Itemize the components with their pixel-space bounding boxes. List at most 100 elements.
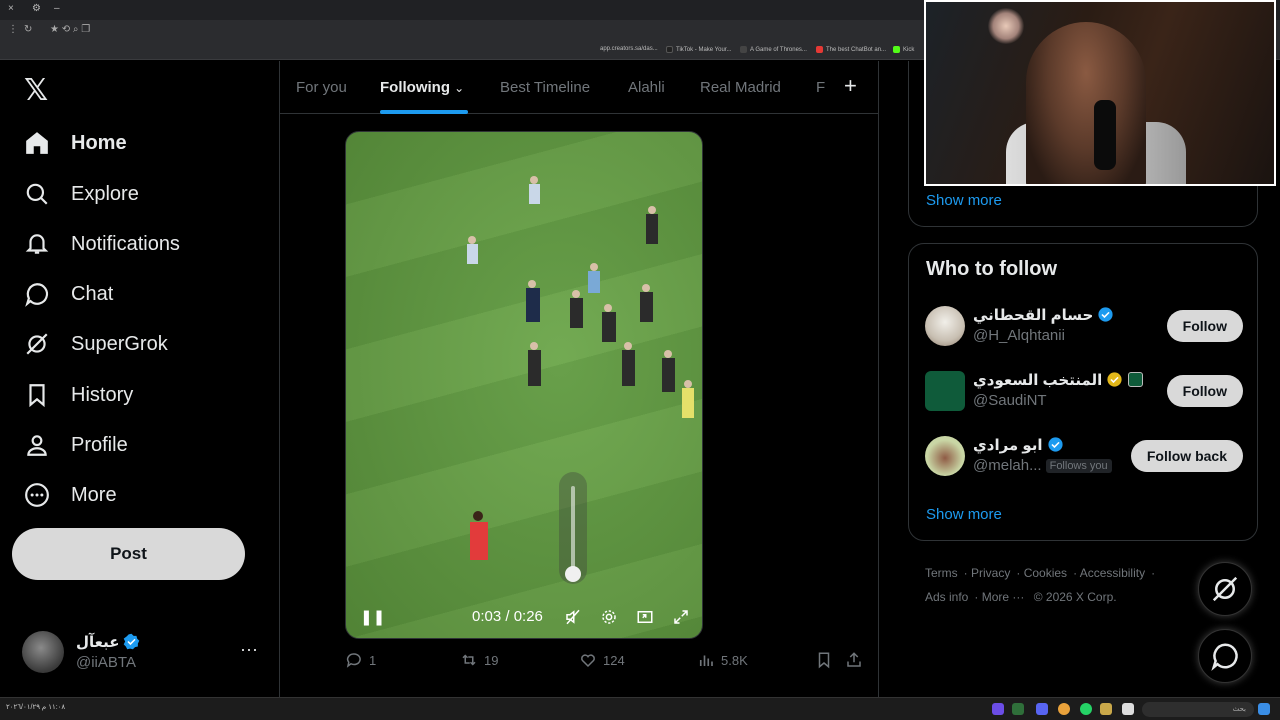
suggestion-name: المنتخب السعودي	[973, 371, 1144, 389]
follow-suggestion[interactable]: المنتخب السعودي @SaudiNT Follow	[925, 367, 1243, 415]
tab-truncated[interactable]: F	[816, 79, 825, 96]
heart-icon	[581, 654, 595, 668]
footer-link-accessibility[interactable]: Accessibility	[1080, 566, 1145, 580]
account-handle: @iiABTA	[76, 654, 136, 671]
sidebar-item-label: Explore	[71, 182, 139, 205]
analytics-icon	[699, 655, 713, 666]
tab-alahli[interactable]: Alahli	[628, 79, 665, 96]
verified-gold-badge-icon	[1107, 372, 1122, 387]
start-icon[interactable]	[1258, 703, 1270, 715]
bookmark-button[interactable]	[815, 651, 839, 669]
settings-gear-icon[interactable]	[600, 608, 618, 626]
bookmark-item[interactable]: Kick	[893, 46, 914, 53]
footer-link-more[interactable]: More ···	[982, 590, 1025, 604]
more-options-icon[interactable]: ···	[240, 639, 258, 660]
add-tab-icon[interactable]: +	[844, 73, 857, 99]
tab-following[interactable]: Following ⌄	[380, 79, 464, 96]
sidebar-item-profile[interactable]: Profile	[24, 425, 128, 465]
views-button[interactable]: 5.8K	[697, 651, 748, 669]
view-count: 5.8K	[721, 652, 748, 668]
follow-button[interactable]: Follow	[1166, 310, 1243, 342]
show-more-link[interactable]: Show more	[926, 192, 1002, 209]
footer-links: Terms · Privacy · Cookies · Accessibility · …	[925, 566, 1156, 604]
bookmark-item[interactable]: app.creators.sa/das...	[600, 46, 658, 52]
browser-nav-icons[interactable]: ⋮↻	[8, 24, 38, 35]
whatsapp-icon[interactable]	[1080, 703, 1092, 715]
sidebar-item-home[interactable]: Home	[24, 123, 127, 163]
sidebar-item-history[interactable]: History	[24, 375, 133, 415]
bookmark-item[interactable]: The best ChatBot an...	[816, 46, 886, 53]
picture-in-picture-icon[interactable]	[636, 608, 654, 626]
footer-link-terms[interactable]: Terms	[925, 566, 958, 580]
follows-you-badge: Follows you	[1045, 459, 1112, 473]
grok-icon	[1212, 576, 1238, 602]
share-button[interactable]	[845, 651, 869, 669]
close-window-icon[interactable]: ×	[8, 3, 14, 14]
tab-best-timeline[interactable]: Best Timeline	[500, 79, 590, 96]
reply-count: 1	[369, 652, 377, 668]
settings-icon[interactable]: ⚙	[32, 3, 41, 14]
sidebar-item-label: History	[71, 383, 134, 406]
repost-count: 19	[484, 652, 499, 668]
chat-icon	[1211, 643, 1238, 671]
chrome-icon[interactable]	[1058, 703, 1070, 715]
reply-button[interactable]: 1	[345, 651, 376, 669]
home-icon	[26, 132, 48, 154]
fullscreen-icon[interactable]	[672, 608, 690, 626]
avatar	[925, 436, 965, 476]
sidebar-item-supergrok[interactable]: SuperGrok	[24, 324, 168, 364]
sidebar-item-label: Notifications	[71, 232, 180, 255]
affiliate-badge-icon	[1128, 372, 1144, 387]
show-more-link[interactable]: Show more	[926, 506, 1002, 523]
bookmark-item[interactable]: TikTok - Make Your...	[666, 46, 731, 53]
like-button[interactable]: 124	[579, 651, 625, 669]
repost-icon	[462, 654, 476, 666]
post-button[interactable]: Post	[12, 528, 245, 580]
footer-link-ads[interactable]: Ads info	[925, 590, 968, 604]
pause-icon[interactable]: ❚❚	[360, 608, 385, 626]
follow-button[interactable]: Follow	[1166, 375, 1243, 407]
suggestion-handle: @melah... Follows you	[973, 457, 1112, 474]
sidebar-item-label: More	[71, 483, 117, 506]
tab-real-madrid[interactable]: Real Madrid	[700, 79, 781, 96]
sidebar-item-label: Home	[71, 131, 127, 154]
minimize-window-icon[interactable]: –	[54, 3, 60, 14]
verified-badge-icon	[1098, 307, 1113, 322]
more-circle-icon	[25, 483, 49, 507]
suggestion-name: ابو مرادي	[973, 436, 1064, 454]
taskbar-app-icon[interactable]	[992, 703, 1004, 715]
tab-for-you[interactable]: For you	[296, 79, 347, 96]
grok-floating-button[interactable]	[1198, 562, 1252, 616]
x-logo-icon[interactable]: 𝕏	[24, 73, 48, 108]
bookmark-item[interactable]: A Game of Thrones...	[740, 46, 807, 53]
video-player[interactable]: ❚❚ 0:03 / 0:26	[345, 131, 703, 639]
repost-button[interactable]: 19	[460, 651, 498, 669]
chat-floating-button[interactable]	[1198, 629, 1252, 683]
mute-icon[interactable]	[564, 608, 582, 626]
person-icon	[27, 435, 47, 456]
taskbar-app-icon[interactable]	[1122, 703, 1134, 715]
taskbar-app-icon[interactable]	[1012, 703, 1024, 715]
bookmark-star-icon[interactable]: ★ ⟲ ⌕ ❐	[50, 24, 90, 35]
follow-suggestion[interactable]: ابو مرادي @melah... Follows you Follow ba…	[925, 432, 1243, 480]
discord-icon[interactable]	[1036, 703, 1048, 715]
webcam-person	[1026, 22, 1146, 184]
sidebar-item-explore[interactable]: Explore	[24, 174, 139, 214]
volume-slider[interactable]	[559, 472, 587, 584]
folder-icon[interactable]	[1100, 703, 1112, 715]
system-clock: ١١:٠٨ م ٢٠٢٦/٠١/٢٩	[6, 704, 66, 711]
follow-suggestion[interactable]: حسام القحطاني @H_Alqhtanii Follow	[925, 302, 1243, 350]
account-switcher[interactable]: عبعآل @iiABTA ···	[22, 631, 262, 675]
sidebar-item-chat[interactable]: Chat	[24, 274, 113, 314]
taskbar-search[interactable]: بحث	[1142, 702, 1254, 717]
follow-back-button[interactable]: Follow back	[1130, 440, 1243, 472]
avatar	[22, 631, 64, 673]
footer-link-privacy[interactable]: Privacy	[971, 566, 1010, 580]
volume-knob[interactable]	[565, 566, 581, 582]
sidebar-item-more[interactable]: More	[24, 475, 117, 515]
verified-badge-icon	[1047, 437, 1063, 452]
footer-link-cookies[interactable]: Cookies	[1024, 566, 1067, 580]
avatar	[925, 306, 965, 346]
sidebar-item-notifications[interactable]: Notifications	[24, 224, 180, 264]
who-to-follow-card: Who to follow حسام القحطاني @H_Alqhtanii…	[908, 243, 1258, 541]
